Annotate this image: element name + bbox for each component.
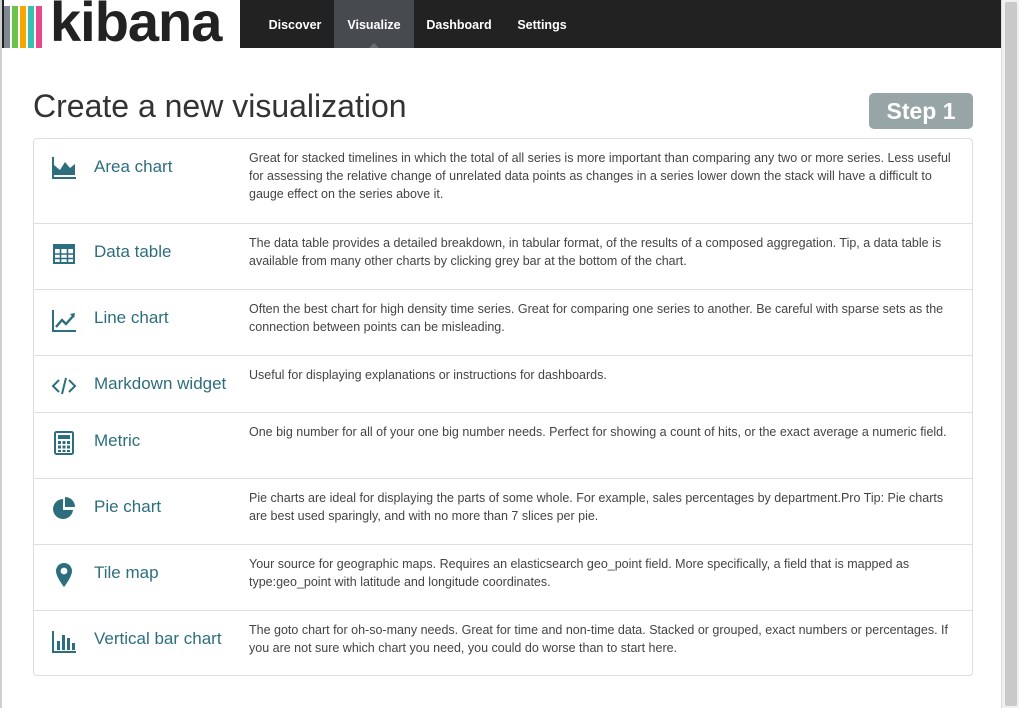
logo-stripe xyxy=(36,6,42,48)
step-badge: Step 1 xyxy=(869,93,973,129)
vis-type-data-table[interactable]: Data table The data table provides a det… xyxy=(34,223,972,289)
logo-stripe xyxy=(4,6,10,48)
logo-stripe xyxy=(12,6,18,48)
vis-type-title: Pie chart xyxy=(94,497,162,516)
top-navbar: kibana Discover Visualize Dashboard Sett… xyxy=(2,0,1003,48)
vis-type-description: Your source for geographic maps. Require… xyxy=(249,557,910,589)
nav-visualize[interactable]: Visualize xyxy=(334,0,414,48)
vertical-scrollbar[interactable] xyxy=(1001,0,1019,708)
vis-type-metric[interactable]: Metric One big number for all of your on… xyxy=(34,412,972,478)
vis-type-description: Useful for displaying explanations or in… xyxy=(249,368,607,382)
vis-type-tile-map[interactable]: Tile map Your source for geographic maps… xyxy=(34,544,972,610)
vis-type-description: Great for stacked timelines in which the… xyxy=(249,151,951,201)
vis-type-description: One big number for all of your one big n… xyxy=(249,425,947,439)
kibana-logo[interactable]: kibana xyxy=(4,0,240,48)
calculator-icon xyxy=(50,429,78,457)
visualization-type-list: Area chart Great for stacked timelines i… xyxy=(33,138,973,676)
nav-dashboard[interactable]: Dashboard xyxy=(414,0,504,48)
browser-viewport: kibana Discover Visualize Dashboard Sett… xyxy=(0,0,1003,708)
nav-settings[interactable]: Settings xyxy=(504,0,580,48)
vis-type-title: Tile map xyxy=(94,563,159,582)
vis-type-area-chart[interactable]: Area chart Great for stacked timelines i… xyxy=(34,139,972,223)
vis-type-description: The goto chart for oh-so-many needs. Gre… xyxy=(249,623,948,655)
vis-type-title: Vertical bar chart xyxy=(94,629,222,648)
line-chart-icon xyxy=(50,306,78,334)
logo-wordmark: kibana xyxy=(50,0,222,48)
vis-type-markdown-widget[interactable]: Markdown widget Useful for displaying ex… xyxy=(34,355,972,412)
vis-type-description: Pie charts are ideal for displaying the … xyxy=(249,491,944,523)
pie-chart-icon xyxy=(50,495,78,523)
nav-visualize-label: Visualize xyxy=(347,18,401,32)
vis-type-description: The data table provides a detailed break… xyxy=(249,236,942,268)
logo-stripe xyxy=(28,6,34,48)
vis-type-line-chart[interactable]: Line chart Often the best chart for high… xyxy=(34,289,972,355)
scrollbar-thumb[interactable] xyxy=(1005,2,1017,706)
vis-type-description: Often the best chart for high density ti… xyxy=(249,302,944,334)
vis-type-title: Data table xyxy=(94,242,172,261)
page-title: Create a new visualization xyxy=(33,88,407,124)
code-icon xyxy=(50,372,78,400)
vis-type-vertical-bar-chart[interactable]: Vertical bar chart The goto chart for oh… xyxy=(34,610,972,675)
vis-type-title: Area chart xyxy=(94,157,173,176)
vis-type-pie-chart[interactable]: Pie chart Pie charts are ideal for displ… xyxy=(34,478,972,544)
vis-type-title: Metric xyxy=(94,431,141,450)
area-chart-icon xyxy=(50,153,78,181)
vis-type-title: Markdown widget xyxy=(94,374,227,393)
vis-type-title: Line chart xyxy=(94,308,169,327)
logo-stripe xyxy=(20,6,26,48)
table-icon xyxy=(50,240,78,268)
active-tab-caret-icon xyxy=(369,43,379,48)
bar-chart-icon xyxy=(50,627,78,655)
nav-discover[interactable]: Discover xyxy=(256,0,334,48)
map-marker-icon xyxy=(50,561,78,589)
